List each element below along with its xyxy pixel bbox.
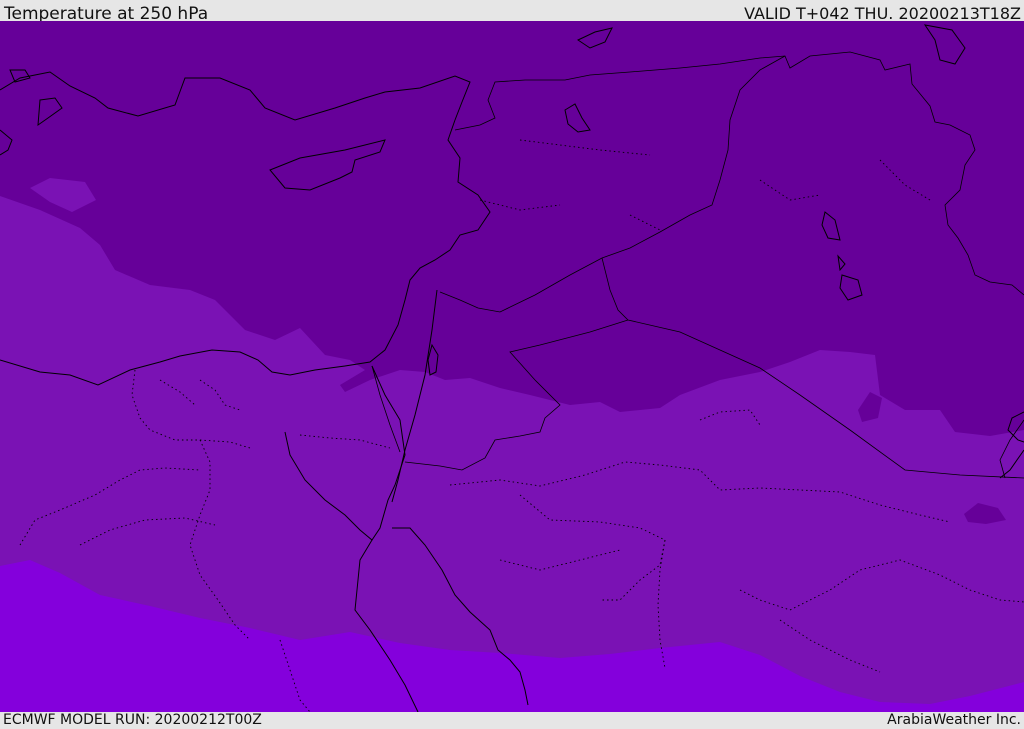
map-canvas[interactable] (0, 21, 1024, 712)
model-run-label: ECMWF MODEL RUN: 20200212T00Z (3, 712, 262, 728)
header-bar: Temperature at 250 hPa VALID T+042 THU. … (0, 0, 1024, 24)
map-svg (0, 21, 1024, 712)
credit-label: ArabiaWeather Inc. (887, 712, 1021, 728)
footer-bar: ECMWF MODEL RUN: 20200212T00Z ArabiaWeat… (0, 712, 1024, 729)
